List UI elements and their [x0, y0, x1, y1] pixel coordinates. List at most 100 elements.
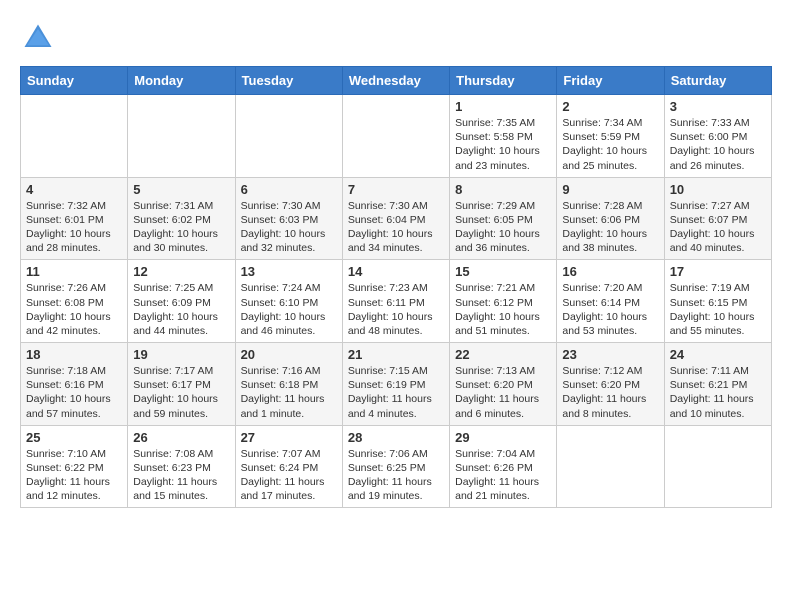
day-cell: 16 Sunrise: 7:20 AMSunset: 6:14 PMDayligh… — [557, 260, 664, 343]
week-row-5: 25 Sunrise: 7:10 AMSunset: 6:22 PMDayligh… — [21, 425, 772, 508]
day-cell: 18 Sunrise: 7:18 AMSunset: 6:16 PMDayligh… — [21, 343, 128, 426]
day-info: Sunrise: 7:20 AMSunset: 6:14 PMDaylight:… — [562, 281, 658, 338]
day-number: 21 — [348, 347, 444, 362]
day-info: Sunrise: 7:33 AMSunset: 6:00 PMDaylight:… — [670, 116, 766, 173]
day-info: Sunrise: 7:24 AMSunset: 6:10 PMDaylight:… — [241, 281, 337, 338]
day-info: Sunrise: 7:04 AMSunset: 6:26 PMDaylight:… — [455, 447, 551, 504]
header-thursday: Thursday — [450, 67, 557, 95]
day-number: 4 — [26, 182, 122, 197]
day-number: 28 — [348, 430, 444, 445]
header-saturday: Saturday — [664, 67, 771, 95]
day-number: 27 — [241, 430, 337, 445]
header-sunday: Sunday — [21, 67, 128, 95]
day-info: Sunrise: 7:32 AMSunset: 6:01 PMDaylight:… — [26, 199, 122, 256]
header-wednesday: Wednesday — [342, 67, 449, 95]
day-info: Sunrise: 7:17 AMSunset: 6:17 PMDaylight:… — [133, 364, 229, 421]
day-info: Sunrise: 7:25 AMSunset: 6:09 PMDaylight:… — [133, 281, 229, 338]
day-info: Sunrise: 7:23 AMSunset: 6:11 PMDaylight:… — [348, 281, 444, 338]
day-cell: 22 Sunrise: 7:13 AMSunset: 6:20 PMDayligh… — [450, 343, 557, 426]
day-number: 20 — [241, 347, 337, 362]
day-number: 23 — [562, 347, 658, 362]
day-cell — [557, 425, 664, 508]
day-info: Sunrise: 7:08 AMSunset: 6:23 PMDaylight:… — [133, 447, 229, 504]
day-number: 9 — [562, 182, 658, 197]
day-number: 29 — [455, 430, 551, 445]
day-number: 7 — [348, 182, 444, 197]
day-info: Sunrise: 7:21 AMSunset: 6:12 PMDaylight:… — [455, 281, 551, 338]
day-number: 16 — [562, 264, 658, 279]
day-cell — [128, 95, 235, 178]
day-info: Sunrise: 7:06 AMSunset: 6:25 PMDaylight:… — [348, 447, 444, 504]
day-number: 26 — [133, 430, 229, 445]
day-cell: 8Sunrise: 7:29 AMSunset: 6:05 PMDaylight… — [450, 177, 557, 260]
day-info: Sunrise: 7:27 AMSunset: 6:07 PMDaylight:… — [670, 199, 766, 256]
day-info: Sunrise: 7:28 AMSunset: 6:06 PMDaylight:… — [562, 199, 658, 256]
day-cell: 13 Sunrise: 7:24 AMSunset: 6:10 PMDayligh… — [235, 260, 342, 343]
day-number: 1 — [455, 99, 551, 114]
day-info: Sunrise: 7:11 AMSunset: 6:21 PMDaylight:… — [670, 364, 766, 421]
week-row-1: 1 Sunrise: 7:35 AMSunset: 5:58 PMDaylight… — [21, 95, 772, 178]
day-cell: 17 Sunrise: 7:19 AMSunset: 6:15 PMDayligh… — [664, 260, 771, 343]
day-info: Sunrise: 7:16 AMSunset: 6:18 PMDaylight:… — [241, 364, 337, 421]
day-number: 8 — [455, 182, 551, 197]
day-number: 17 — [670, 264, 766, 279]
day-cell: 7 Sunrise: 7:30 AMSunset: 6:04 PMDaylight… — [342, 177, 449, 260]
week-row-3: 11Sunrise: 7:26 AMSunset: 6:08 PMDayligh… — [21, 260, 772, 343]
day-number: 11 — [26, 264, 122, 279]
day-cell: 29 Sunrise: 7:04 AMSunset: 6:26 PMDayligh… — [450, 425, 557, 508]
day-cell: 6 Sunrise: 7:30 AMSunset: 6:03 PMDaylight… — [235, 177, 342, 260]
day-info: Sunrise: 7:30 AMSunset: 6:04 PMDaylight:… — [348, 199, 444, 256]
day-cell: 21Sunrise: 7:15 AMSunset: 6:19 PMDayligh… — [342, 343, 449, 426]
logo-icon — [20, 20, 56, 56]
day-number: 18 — [26, 347, 122, 362]
day-info: Sunrise: 7:10 AMSunset: 6:22 PMDaylight:… — [26, 447, 122, 504]
day-info: Sunrise: 7:19 AMSunset: 6:15 PMDaylight:… — [670, 281, 766, 338]
week-row-2: 4 Sunrise: 7:32 AMSunset: 6:01 PMDaylight… — [21, 177, 772, 260]
day-cell: 12 Sunrise: 7:25 AMSunset: 6:09 PMDayligh… — [128, 260, 235, 343]
header-friday: Friday — [557, 67, 664, 95]
day-cell: 9 Sunrise: 7:28 AMSunset: 6:06 PMDaylight… — [557, 177, 664, 260]
day-cell: 19 Sunrise: 7:17 AMSunset: 6:17 PMDayligh… — [128, 343, 235, 426]
day-info: Sunrise: 7:30 AMSunset: 6:03 PMDaylight:… — [241, 199, 337, 256]
day-number: 12 — [133, 264, 229, 279]
calendar-header-row: SundayMondayTuesdayWednesdayThursdayFrid… — [21, 67, 772, 95]
page-header — [20, 20, 772, 56]
day-cell — [235, 95, 342, 178]
header-tuesday: Tuesday — [235, 67, 342, 95]
day-number: 3 — [670, 99, 766, 114]
day-info: Sunrise: 7:34 AMSunset: 5:59 PMDaylight:… — [562, 116, 658, 173]
day-info: Sunrise: 7:13 AMSunset: 6:20 PMDaylight:… — [455, 364, 551, 421]
day-cell: 5Sunrise: 7:31 AMSunset: 6:02 PMDaylight… — [128, 177, 235, 260]
day-cell: 2Sunrise: 7:34 AMSunset: 5:59 PMDaylight… — [557, 95, 664, 178]
day-number: 14 — [348, 264, 444, 279]
day-cell — [664, 425, 771, 508]
day-info: Sunrise: 7:12 AMSunset: 6:20 PMDaylight:… — [562, 364, 658, 421]
day-cell: 4 Sunrise: 7:32 AMSunset: 6:01 PMDaylight… — [21, 177, 128, 260]
day-info: Sunrise: 7:07 AMSunset: 6:24 PMDaylight:… — [241, 447, 337, 504]
day-info: Sunrise: 7:31 AMSunset: 6:02 PMDaylight:… — [133, 199, 229, 256]
day-cell — [342, 95, 449, 178]
day-cell: 10Sunrise: 7:27 AMSunset: 6:07 PMDayligh… — [664, 177, 771, 260]
day-cell: 11Sunrise: 7:26 AMSunset: 6:08 PMDayligh… — [21, 260, 128, 343]
day-number: 22 — [455, 347, 551, 362]
day-cell: 3 Sunrise: 7:33 AMSunset: 6:00 PMDaylight… — [664, 95, 771, 178]
day-cell: 15Sunrise: 7:21 AMSunset: 6:12 PMDayligh… — [450, 260, 557, 343]
logo — [20, 20, 60, 56]
day-number: 13 — [241, 264, 337, 279]
day-cell: 28 Sunrise: 7:06 AMSunset: 6:25 PMDayligh… — [342, 425, 449, 508]
day-cell: 23 Sunrise: 7:12 AMSunset: 6:20 PMDayligh… — [557, 343, 664, 426]
header-monday: Monday — [128, 67, 235, 95]
day-number: 19 — [133, 347, 229, 362]
day-cell: 25 Sunrise: 7:10 AMSunset: 6:22 PMDayligh… — [21, 425, 128, 508]
day-number: 24 — [670, 347, 766, 362]
day-info: Sunrise: 7:18 AMSunset: 6:16 PMDaylight:… — [26, 364, 122, 421]
day-cell: 27 Sunrise: 7:07 AMSunset: 6:24 PMDayligh… — [235, 425, 342, 508]
day-cell: 24 Sunrise: 7:11 AMSunset: 6:21 PMDayligh… — [664, 343, 771, 426]
week-row-4: 18 Sunrise: 7:18 AMSunset: 6:16 PMDayligh… — [21, 343, 772, 426]
day-cell: 1 Sunrise: 7:35 AMSunset: 5:58 PMDaylight… — [450, 95, 557, 178]
day-number: 6 — [241, 182, 337, 197]
day-number: 25 — [26, 430, 122, 445]
day-cell: 20 Sunrise: 7:16 AMSunset: 6:18 PMDayligh… — [235, 343, 342, 426]
day-cell: 14 Sunrise: 7:23 AMSunset: 6:11 PMDayligh… — [342, 260, 449, 343]
day-info: Sunrise: 7:35 AMSunset: 5:58 PMDaylight:… — [455, 116, 551, 173]
